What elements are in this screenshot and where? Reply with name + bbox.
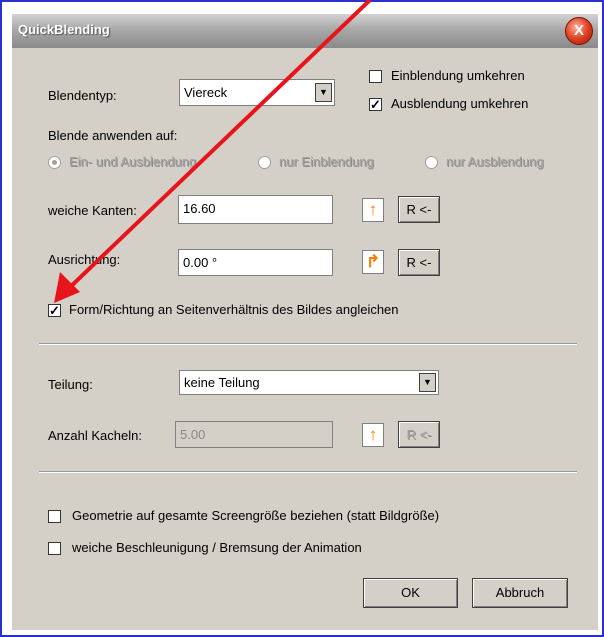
annotation-arrow-head [54, 272, 80, 303]
annotation-arrow-line [64, 0, 372, 293]
annotation-arrow [54, 0, 372, 303]
